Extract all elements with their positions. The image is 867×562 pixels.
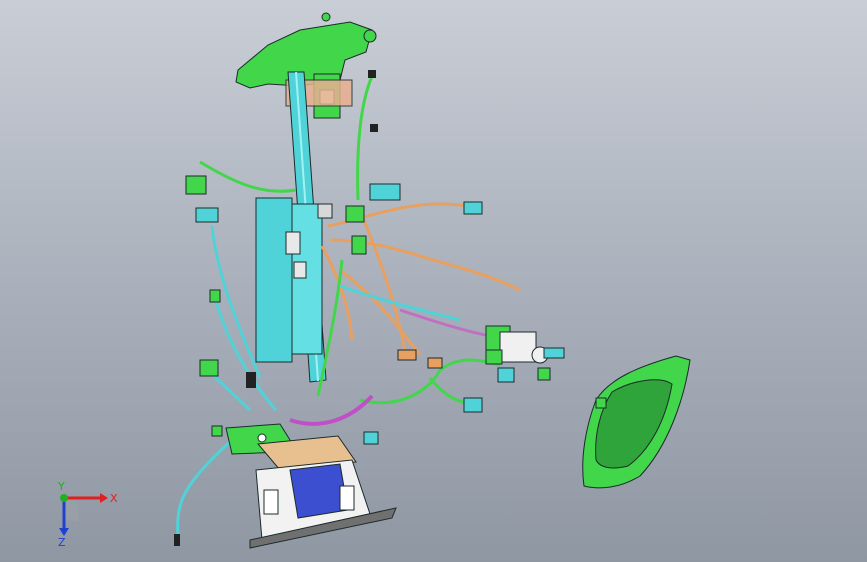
cyan-connector-lower[interactable] (363, 367, 515, 445)
magenta-wire[interactable] (289, 394, 374, 426)
magenta-wire-right[interactable] (399, 308, 491, 338)
cyan-connector-top[interactable] (369, 183, 401, 201)
x-axis-label: X (110, 492, 118, 505)
y-axis-label: Y (57, 480, 65, 493)
orientation-triad: X Y Z (57, 480, 118, 548)
left-cyan-connector[interactable] (195, 207, 219, 223)
z-axis-label: Z (58, 536, 66, 548)
green-connector-mid[interactable] (345, 205, 367, 255)
cyan-control-module[interactable] (255, 197, 333, 363)
cyan-connector-right[interactable] (463, 201, 483, 215)
cad-3d-viewport[interactable] (0, 0, 867, 562)
right-green-ring-part[interactable] (582, 355, 691, 489)
bottom-housing[interactable] (249, 435, 397, 549)
y-axis-dot (60, 494, 68, 502)
left-green-connector[interactable] (185, 175, 207, 195)
